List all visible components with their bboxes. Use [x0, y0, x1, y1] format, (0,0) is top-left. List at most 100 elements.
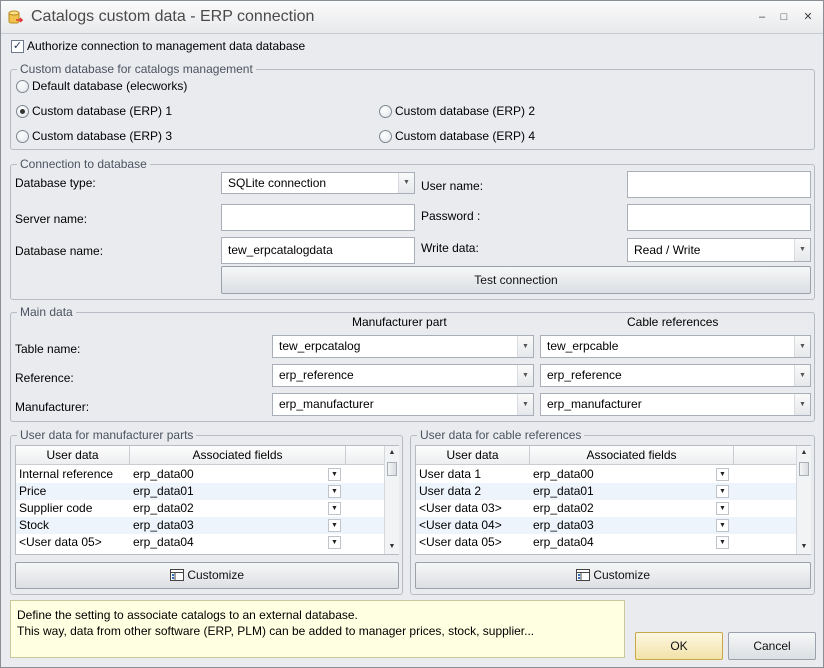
radio-custom-database-1-label: Custom database (ERP) 1 [32, 104, 173, 118]
scroll-thumb[interactable] [387, 462, 397, 476]
radio-custom-database-3[interactable] [16, 130, 29, 143]
chevron-down-icon[interactable]: ▼ [716, 485, 729, 498]
scroll-thumb[interactable] [799, 462, 809, 476]
window-title: Catalogs custom data - ERP connection [31, 8, 315, 25]
table-row[interactable]: User data 1 erp_data00 ▼ [416, 466, 796, 483]
manufacturer-part-header: Manufacturer part [352, 315, 447, 329]
database-type-select[interactable]: SQLite connection ▼ [221, 172, 415, 194]
password-input[interactable] [627, 204, 811, 231]
user-name-label: User name: [421, 179, 484, 193]
reference-cable-value: erp_reference [547, 368, 622, 382]
chevron-down-icon[interactable]: ▼ [716, 468, 729, 481]
scroll-down-icon[interactable]: ▼ [385, 541, 399, 553]
ok-button[interactable]: OK [635, 632, 723, 660]
parts-scrollbar[interactable]: ▲ ▼ [384, 446, 399, 554]
cables-table-header: User data Associated fields [416, 446, 796, 465]
database-name-input[interactable]: tew_erpcatalogdata [221, 237, 415, 264]
radio-custom-database-2-label: Custom database (ERP) 2 [395, 104, 536, 118]
radio-default-database-label: Default database (elecworks) [32, 79, 188, 93]
radio-default-database[interactable] [16, 80, 29, 93]
table-settings-icon [169, 569, 184, 581]
chevron-down-icon: ▼ [794, 365, 810, 386]
table-row[interactable]: <User data 05> erp_data04 ▼ [416, 534, 796, 551]
radio-custom-database-2[interactable] [379, 105, 392, 118]
authorize-label: Authorize connection to management data … [27, 39, 306, 53]
customize-parts-button[interactable]: Customize [15, 562, 399, 589]
manufacturer-cable-select[interactable]: erp_manufacturer ▼ [540, 393, 811, 416]
database-type-value: SQLite connection [228, 176, 327, 190]
database-type-label: Database type: [15, 176, 96, 190]
parts-user-cell: Stock [19, 518, 50, 532]
reference-label: Reference: [15, 371, 74, 385]
table-row[interactable]: Stock erp_data03 ▼ [16, 517, 384, 534]
table-row[interactable]: <User data 04> erp_data03 ▼ [416, 517, 796, 534]
main-data-group-title: Main data [17, 305, 76, 319]
cable-references-header: Cable references [627, 315, 719, 329]
chevron-down-icon[interactable]: ▼ [328, 485, 341, 498]
table-row[interactable]: User data 2 erp_data01 ▼ [416, 483, 796, 500]
scroll-up-icon[interactable]: ▲ [385, 447, 399, 459]
table-settings-icon [575, 569, 590, 581]
authorize-checkbox[interactable]: ✓ [11, 40, 24, 53]
parts-table-header: User data Associated fields [16, 446, 384, 465]
parts-field-cell: erp_data00 [133, 467, 194, 481]
parts-col-user-data[interactable]: User data [16, 446, 130, 465]
table-row[interactable]: Internal reference erp_data00 ▼ [16, 466, 384, 483]
database-name-label: Database name: [15, 244, 104, 258]
chevron-down-icon: ▼ [517, 365, 533, 386]
table-row[interactable]: <User data 05> erp_data04 ▼ [16, 534, 384, 551]
cables-user-cell: User data 2 [419, 484, 482, 498]
user-name-input[interactable] [627, 171, 811, 198]
chevron-down-icon[interactable]: ▼ [328, 536, 341, 549]
manufacturer-manufacturer-select[interactable]: erp_manufacturer ▼ [272, 393, 534, 416]
info-line-2: This way, data from other software (ERP,… [17, 624, 535, 638]
write-data-select[interactable]: Read / Write ▼ [627, 238, 811, 262]
connection-group-title: Connection to database [17, 157, 150, 171]
maximize-button[interactable]: □ [775, 8, 793, 26]
radio-custom-database-4-label: Custom database (ERP) 4 [395, 129, 536, 143]
chevron-down-icon: ▼ [517, 394, 533, 415]
user-data-cables-group-title: User data for cable references [417, 428, 585, 442]
table-row[interactable]: Supplier code erp_data02 ▼ [16, 500, 384, 517]
scroll-up-icon[interactable]: ▲ [797, 447, 811, 459]
chevron-down-icon: ▼ [794, 336, 810, 357]
chevron-down-icon[interactable]: ▼ [716, 519, 729, 532]
radio-custom-database-1[interactable] [16, 105, 29, 118]
manufacturer-manufacturer-value: erp_manufacturer [279, 397, 374, 411]
database-icon [8, 10, 23, 24]
chevron-down-icon[interactable]: ▼ [328, 502, 341, 515]
cables-field-cell: erp_data00 [533, 467, 594, 481]
scroll-down-icon[interactable]: ▼ [797, 541, 811, 553]
table-row[interactable]: Price erp_data01 ▼ [16, 483, 384, 500]
reference-manufacturer-value: erp_reference [279, 368, 354, 382]
server-name-input[interactable] [221, 204, 415, 231]
table-row[interactable]: <User data 03> erp_data02 ▼ [416, 500, 796, 517]
parts-user-cell: <User data 05> [19, 535, 102, 549]
user-data-parts-group-title: User data for manufacturer parts [17, 428, 197, 442]
cables-field-cell: erp_data02 [533, 501, 594, 515]
radio-custom-database-4[interactable] [379, 130, 392, 143]
parts-col-associated-fields[interactable]: Associated fields [130, 446, 346, 465]
chevron-down-icon[interactable]: ▼ [716, 536, 729, 549]
test-connection-button[interactable]: Test connection [221, 266, 811, 294]
table-name-cable-select[interactable]: tew_erpcable ▼ [540, 335, 811, 358]
reference-manufacturer-select[interactable]: erp_reference ▼ [272, 364, 534, 387]
customize-cables-button[interactable]: Customize [415, 562, 811, 589]
close-button[interactable]: ✕ [799, 8, 817, 26]
chevron-down-icon[interactable]: ▼ [328, 519, 341, 532]
cables-col-associated-fields[interactable]: Associated fields [530, 446, 734, 465]
cancel-button[interactable]: Cancel [728, 632, 816, 660]
title-bar[interactable]: Catalogs custom data - ERP connection – … [1, 1, 823, 34]
manufacturer-cable-value: erp_manufacturer [547, 397, 642, 411]
table-name-manufacturer-value: tew_erpcatalog [279, 339, 361, 353]
minimize-button[interactable]: – [753, 8, 771, 26]
table-name-manufacturer-select[interactable]: tew_erpcatalog ▼ [272, 335, 534, 358]
chevron-down-icon[interactable]: ▼ [328, 468, 341, 481]
cables-scrollbar[interactable]: ▲ ▼ [796, 446, 811, 554]
cables-col-user-data[interactable]: User data [416, 446, 530, 465]
parts-user-cell: Internal reference [19, 467, 114, 481]
reference-cable-select[interactable]: erp_reference ▼ [540, 364, 811, 387]
custom-database-group-title: Custom database for catalogs management [17, 62, 256, 76]
cables-field-cell: erp_data01 [533, 484, 594, 498]
chevron-down-icon[interactable]: ▼ [716, 502, 729, 515]
